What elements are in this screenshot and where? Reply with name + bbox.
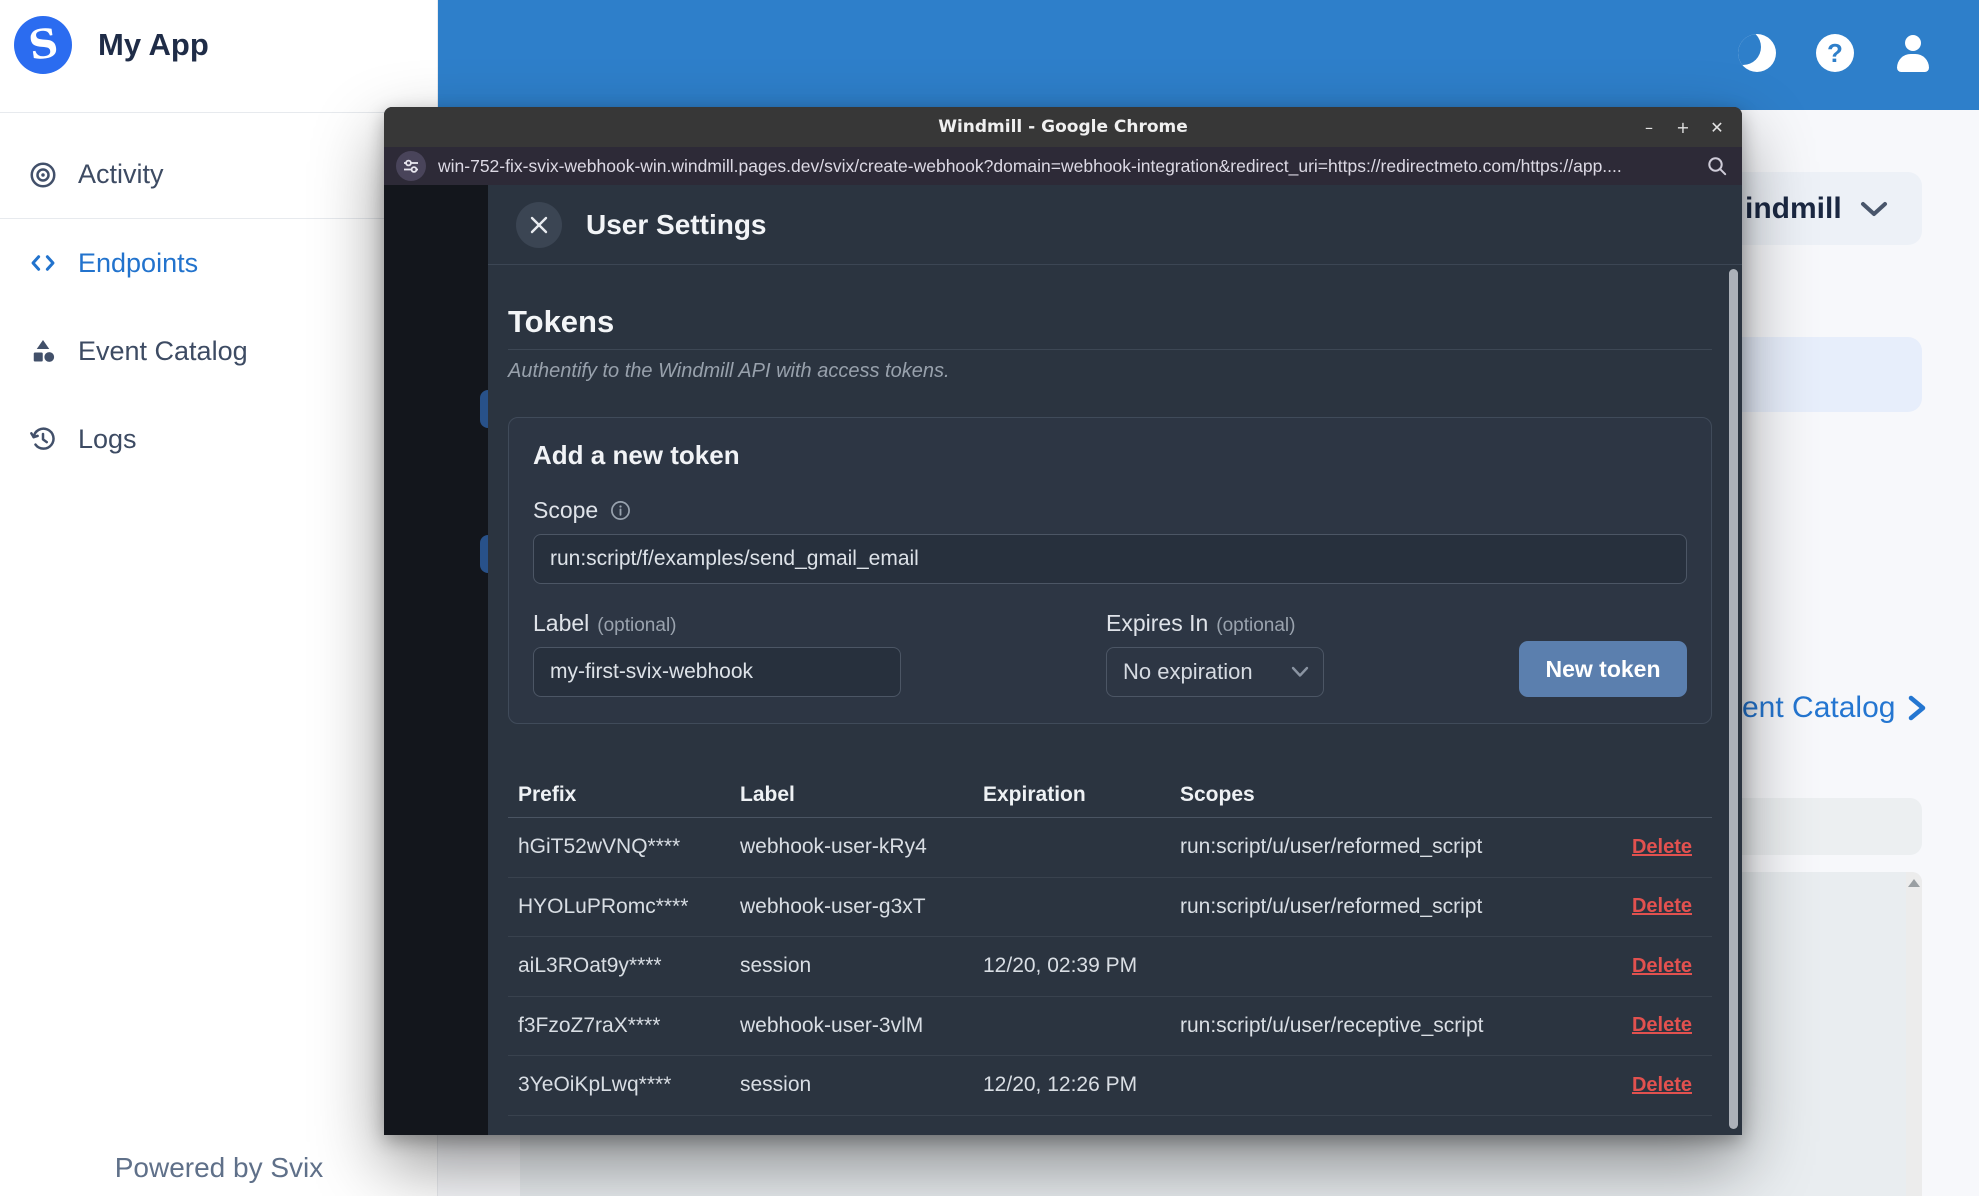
drawer-scrollbar[interactable]: [1729, 269, 1738, 1129]
user-icon[interactable]: [1891, 31, 1935, 75]
app-name: My App: [98, 27, 209, 62]
tokens-table: Prefix Label Expiration Scopes hGiT52wVN…: [508, 772, 1712, 1116]
site-settings-icon[interactable]: [396, 151, 426, 181]
token-prefix: HYOLuPRomc****: [518, 894, 689, 918]
app-logo[interactable]: S My App: [14, 16, 209, 74]
add-token-card: Add a new token Scope Label(o: [508, 417, 1712, 724]
optional-hint: (optional): [1216, 615, 1296, 636]
endpoints-icon: [31, 255, 55, 271]
delete-token-link[interactable]: Delete: [1632, 1014, 1712, 1037]
close-icon[interactable]: [516, 201, 562, 248]
activity-icon: [30, 162, 56, 187]
table-header-row: Prefix Label Expiration Scopes: [508, 772, 1712, 818]
chrome-window: Windmill - Google Chrome – + ✕ win-752-f…: [384, 107, 1742, 1135]
token-label: session: [740, 954, 812, 978]
token-scopes: run:script/u/user/receptive_script: [1180, 1013, 1484, 1037]
window-title: Windmill - Google Chrome: [938, 117, 1188, 137]
delete-token-link[interactable]: Delete: [1632, 836, 1712, 859]
table-row: HYOLuPRomc**** webhook-user-g3xT run:scr…: [508, 878, 1712, 937]
chevron-down-icon: [1860, 201, 1887, 216]
token-prefix: hGiT52wVNQ****: [518, 835, 681, 859]
delete-token-link[interactable]: Delete: [1632, 955, 1712, 978]
sidebar-item-logs[interactable]: Logs: [0, 395, 438, 483]
table-row: hGiT52wVNQ**** webhook-user-kRy4 run:scr…: [508, 818, 1712, 878]
column-header-prefix: Prefix: [518, 782, 577, 806]
column-header-scopes: Scopes: [1180, 782, 1255, 806]
scroll-up-arrow-icon: [1908, 879, 1920, 887]
token-expiration: 12/20, 12:26 PM: [983, 1073, 1138, 1097]
table-row: f3FzoZ7raX**** webhook-user-3vlM run:scr…: [508, 997, 1712, 1056]
window-maximize-button[interactable]: +: [1668, 112, 1698, 142]
drawer-header: User Settings: [488, 185, 1742, 265]
event-catalog-link[interactable]: ent Catalog: [1742, 691, 1927, 725]
sidebar: S My App Activity Endpoints Event Catalo…: [0, 0, 438, 1196]
add-token-heading: Add a new token: [533, 440, 740, 470]
sidebar-item-label: Logs: [78, 423, 137, 454]
new-token-button[interactable]: New token: [1519, 641, 1687, 697]
logs-icon: [30, 427, 55, 450]
sidebar-item-activity[interactable]: Activity: [0, 131, 438, 219]
question-mark-glyph: ?: [1816, 34, 1854, 72]
delete-token-link[interactable]: Delete: [1632, 895, 1712, 918]
drawer-body: Tokens Authentify to the Windmill API wi…: [488, 303, 1742, 1116]
environment-dropdown-label: indmill: [1745, 191, 1842, 225]
token-label: webhook-user-kRy4: [740, 835, 927, 859]
event-catalog-icon: [33, 340, 55, 362]
divider: [0, 112, 438, 113]
hidden-button-fragment: [480, 535, 488, 573]
token-label: session: [740, 1073, 812, 1097]
sidebar-nav: Activity Endpoints Event Catalog Logs: [0, 131, 438, 483]
delete-token-link[interactable]: Delete: [1632, 1074, 1712, 1097]
expires-dropdown[interactable]: No expiration: [1106, 647, 1324, 697]
sidebar-item-label: Event Catalog: [78, 335, 248, 366]
window-titlebar[interactable]: Windmill - Google Chrome – + ✕: [384, 107, 1742, 147]
event-catalog-link-label: ent Catalog: [1742, 691, 1896, 724]
sidebar-item-event-catalog[interactable]: Event Catalog: [0, 307, 438, 395]
browser-content: User Settings Tokens Authentify to the W…: [384, 185, 1742, 1135]
expires-field-label: Expires In: [1106, 610, 1209, 636]
token-scopes: run:script/u/user/reformed_script: [1180, 894, 1483, 918]
token-expiration: 12/20, 02:39 PM: [983, 954, 1138, 978]
window-minimize-button[interactable]: –: [1634, 112, 1664, 142]
info-icon: [611, 501, 631, 520]
sidebar-item-label: Endpoints: [78, 247, 199, 278]
label-input[interactable]: [533, 647, 901, 697]
token-label: webhook-user-g3xT: [740, 894, 926, 918]
table-row: 3YeOiKpLwq**** session 12/20, 12:26 PM D…: [508, 1056, 1712, 1116]
token-prefix: 3YeOiKpLwq****: [518, 1073, 672, 1097]
token-prefix: aiL3ROat9y****: [518, 954, 662, 978]
scope-input[interactable]: [533, 534, 1687, 584]
column-header-label: Label: [740, 782, 795, 806]
optional-hint: (optional): [597, 615, 677, 636]
tokens-heading: Tokens: [508, 303, 1712, 350]
chevron-down-icon: [1291, 666, 1309, 677]
column-header-expiration: Expiration: [983, 782, 1086, 806]
tokens-description: Authentify to the Windmill API with acce…: [508, 360, 950, 382]
help-icon[interactable]: ?: [1813, 31, 1857, 75]
app-header: ?: [438, 0, 1979, 110]
dark-mode-moon-icon[interactable]: [1735, 31, 1779, 75]
token-label: webhook-user-3vlM: [740, 1013, 924, 1037]
window-close-button[interactable]: ✕: [1702, 112, 1732, 142]
powered-by-svix: Powered by Svix: [114, 1152, 324, 1183]
label-field-label: Label: [533, 610, 590, 636]
sidebar-item-endpoints[interactable]: Endpoints: [0, 219, 438, 307]
token-prefix: f3FzoZ7raX****: [518, 1013, 661, 1037]
zoom-search-icon[interactable]: [1706, 155, 1728, 177]
address-bar[interactable]: win-752-fix-svix-webhook-win.windmill.pa…: [438, 156, 1694, 177]
dimmed-page-background: [384, 185, 488, 1135]
drawer-title: User Settings: [586, 208, 767, 240]
scope-label: Scope: [533, 497, 599, 523]
expires-dropdown-value: No expiration: [1123, 659, 1253, 684]
chevron-right-icon: [1909, 695, 1926, 721]
sidebar-item-label: Activity: [78, 159, 164, 189]
token-scopes: run:script/u/user/reformed_script: [1180, 835, 1483, 859]
table-row: aiL3ROat9y**** session 12/20, 02:39 PM D…: [508, 937, 1712, 997]
svix-logo-icon: S: [14, 16, 72, 74]
user-settings-drawer: User Settings Tokens Authentify to the W…: [488, 185, 1742, 1135]
browser-urlbar: win-752-fix-svix-webhook-win.windmill.pa…: [384, 147, 1742, 185]
panel-scrollbar[interactable]: [1906, 872, 1922, 1196]
hidden-button-fragment: [480, 390, 488, 428]
